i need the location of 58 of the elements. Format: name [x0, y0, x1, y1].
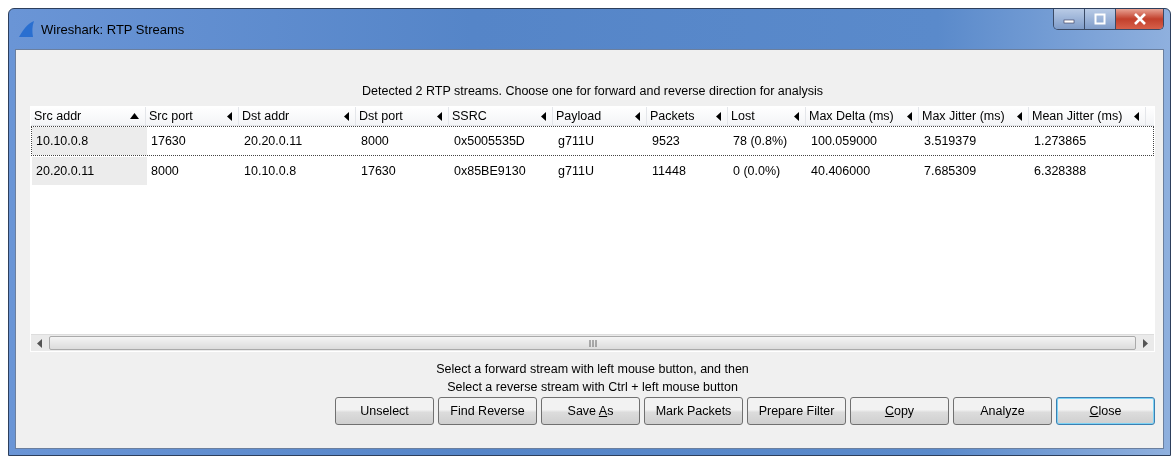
table-cell-text: 10.10.0.8 — [243, 163, 298, 180]
detected-message: Detected 2 RTP streams. Choose one for forward and reverse direction for analysis — [361, 84, 824, 100]
dialog-button[interactable]: Copy — [850, 397, 949, 425]
table-cell-text: 17630 — [360, 163, 397, 180]
table-cell-text: 0x85BE9130 — [453, 163, 527, 180]
dialog-button[interactable]: Mark Packets — [644, 397, 743, 425]
table-cell-text: 11448 — [651, 163, 687, 180]
window-title: Wireshark: RTP Streams — [41, 21, 185, 37]
column-header[interactable]: Dst addr — [239, 107, 356, 125]
hint-text: Select a forward stream with left mouse button, and then — [436, 361, 749, 378]
table-cell-text: g711U — [557, 133, 595, 150]
column-header[interactable]: SSRC — [449, 107, 553, 125]
dialog-button[interactable]: Save As — [541, 397, 640, 425]
column-header[interactable]: Packets — [647, 107, 728, 125]
table-cell-text: 17630 — [150, 133, 187, 150]
table-cell-text: 78 (0.8%) — [732, 133, 789, 150]
column-header[interactable]: Mean Jitter (ms) — [1029, 107, 1146, 125]
table-cell-text: 40.406000 — [810, 163, 872, 180]
table-cell: 10.10.0.8 — [32, 127, 147, 155]
dialog-button[interactable]: Prepare Filter — [747, 397, 846, 425]
scroll-left-icon[interactable] — [37, 338, 43, 348]
table-cell-text: 1.273865 — [1033, 133, 1088, 150]
dialog-button[interactable]: Unselect — [335, 397, 434, 425]
table-cell-text: 7.685309 — [923, 163, 978, 180]
column-header[interactable]: Src port — [146, 107, 239, 125]
scroll-thumb[interactable] — [49, 336, 1136, 350]
horizontal-scrollbar[interactable] — [31, 334, 1154, 351]
table-cell-text: 8000 — [360, 133, 390, 150]
column-header[interactable]: Dst port — [356, 107, 449, 125]
column-header[interactable]: Src addr — [31, 107, 146, 125]
table-cell-text: 0 (0.0%) — [732, 163, 782, 180]
scroll-right-icon[interactable] — [1142, 338, 1148, 348]
close-icon — [1132, 13, 1147, 25]
column-header[interactable]: Payload — [553, 107, 647, 125]
table-cell-text: g711U — [557, 163, 595, 180]
column-header[interactable]: Max Delta (ms) — [806, 107, 919, 125]
table-cell-text: 0x5005535D — [453, 133, 526, 150]
table-row[interactable]: 10.10.0.8 17630 20.20.0.11 8000 0x5005535D g711U 9523 78 (0.8%) 100.059000 3.519379 1.273865 — [31, 126, 1154, 156]
dialog-button[interactable]: Close — [1056, 397, 1155, 425]
maximize-icon — [1094, 13, 1106, 25]
column-header[interactable]: Lost — [728, 107, 806, 125]
grip-icon — [588, 339, 597, 347]
shark-fin-icon — [17, 20, 35, 38]
table-row[interactable]: 20.20.0.11 8000 10.10.0.8 17630 0x85BE9130 g711U 11448 0 (0.0%) 40.406000 7.685309 6.328388 — [31, 156, 1154, 186]
close-button[interactable] — [1116, 9, 1163, 29]
table-cell-text: 6.328388 — [1033, 163, 1088, 180]
table-cell-text: 8000 — [150, 163, 180, 180]
table-cell-text: 100.059000 — [810, 133, 879, 150]
column-header[interactable]: Max Jitter (ms) — [919, 107, 1029, 125]
minimize-button[interactable] — [1054, 9, 1085, 29]
hint-text: Select a reverse stream with Ctrl + left mouse button — [447, 379, 738, 396]
table-cell-text: 9523 — [651, 133, 681, 150]
table-cell-text: 3.519379 — [923, 133, 978, 150]
maximize-button[interactable] — [1085, 9, 1116, 29]
table-cell-text: 20.20.0.11 — [243, 133, 304, 150]
dialog-button[interactable]: Analyze — [953, 397, 1052, 425]
dialog-button[interactable]: Find Reverse — [438, 397, 537, 425]
table-cell: 20.20.0.11 — [32, 157, 147, 185]
